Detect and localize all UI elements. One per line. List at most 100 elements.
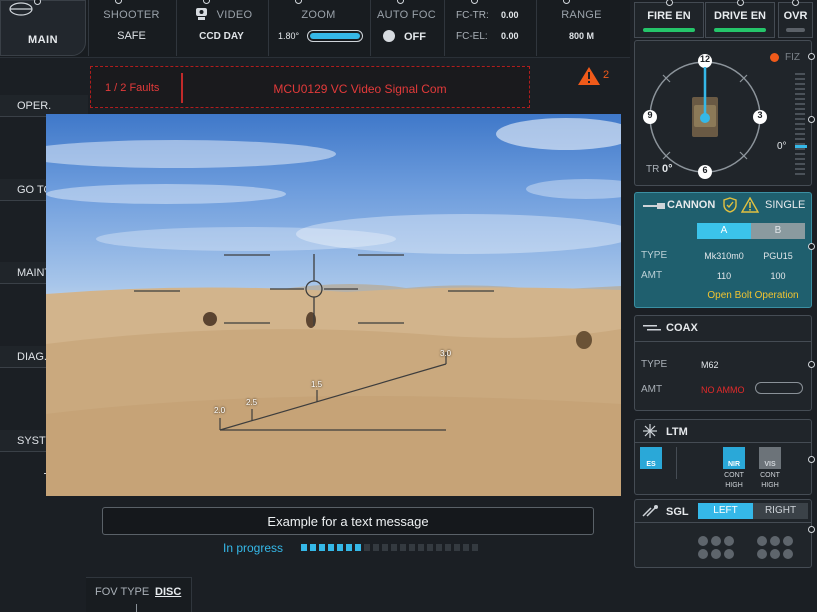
shield-icon (723, 197, 737, 213)
ltm-nir-sub1: CONT (724, 472, 744, 479)
progress-segment (472, 544, 478, 551)
cannon-amt-b: 100 (770, 271, 786, 281)
drive-en-status-bar (714, 28, 766, 32)
main-button[interactable]: MAIN (0, 0, 86, 56)
progress-segment (445, 544, 451, 551)
fc-el-label: FC-EL: (456, 31, 488, 42)
progress-segment (301, 544, 307, 551)
progress-segment (310, 544, 316, 551)
cannon-icon (643, 203, 665, 209)
coax-panel[interactable]: COAX TYPE M62 AMT NO AMMO (634, 315, 812, 411)
zoom-cell[interactable]: ZOOM 1.80° (268, 0, 368, 56)
sgl-left-tab[interactable]: LEFT (698, 503, 753, 519)
side-menu-label: DIAG. (17, 351, 47, 363)
zoom-value: 1.80° (278, 31, 300, 41)
grenade-slot (757, 536, 767, 546)
compass-panel: 12 6 9 3 TR 0° FIZ 0° (634, 40, 812, 186)
elevation-value: 0° (777, 141, 787, 152)
progress-label: In progress (223, 541, 284, 555)
range-tick-label: 2.5 (246, 398, 258, 407)
ltm-es-button[interactable]: ES (640, 447, 662, 469)
compass-south: 6 (702, 165, 708, 175)
coax-title: COAX (666, 322, 698, 334)
tab-b-label: B (774, 225, 782, 236)
message-text: Example for a text message (267, 514, 429, 529)
connector-dot (34, 0, 41, 5)
fire-en-button[interactable]: FIRE EN (634, 0, 704, 38)
video-cell[interactable]: VIDEO CCD DAY (176, 0, 266, 56)
cannon-mode[interactable]: SINGLE (765, 199, 805, 211)
ltm-nir-sub2: HIGH (725, 482, 743, 489)
progress-segment (337, 544, 343, 551)
tab-a-label: A (720, 225, 728, 236)
ltm-title: LTM (666, 426, 688, 438)
range-value: 800 M (568, 31, 594, 41)
progress-segment (373, 544, 379, 551)
tr-label: TR (646, 164, 660, 175)
grenade-slot (711, 536, 721, 546)
range-tick-label: 3.0 (440, 349, 452, 358)
progress-segment (355, 544, 361, 551)
main-label: MAIN (27, 34, 59, 46)
coax-gun-icon (643, 325, 661, 331)
fault-banner[interactable]: 1 / 2 Faults MCU0129 VC Video Signal Com (90, 66, 530, 108)
sgl-title: SGL (666, 506, 689, 518)
zoom-title: ZOOM (301, 9, 336, 21)
sgl-right-tab[interactable]: RIGHT (753, 503, 808, 519)
warning-count: 2 (603, 69, 610, 81)
video-title: VIDEO (216, 9, 253, 21)
range-title: RANGE (561, 9, 602, 21)
range-tick-label: 2.0 (214, 406, 226, 415)
fire-en-status-bar (643, 28, 695, 32)
fiz-label: FIZ (785, 52, 800, 63)
fault-divider (181, 73, 183, 103)
smoke-grenade-icon (642, 505, 658, 517)
shooter-title: SHOOTER (103, 9, 160, 21)
fov-label: FOV TYPE (95, 586, 150, 598)
cannon-type-label: TYPE (641, 250, 668, 261)
cannon-panel[interactable]: CANNON SINGLE A B TYPE Mk310m0 PGU15 AMT… (634, 192, 812, 308)
warning-icon (741, 197, 759, 213)
cannon-title: CANNON (667, 199, 716, 211)
ltm-vis-button[interactable]: VIS (759, 447, 781, 469)
range-cell[interactable]: RANGE 800 M (536, 0, 626, 56)
ltm-vis-sub2: HIGH (761, 482, 779, 489)
tab-b[interactable]: B (751, 223, 805, 239)
cannon-type-a: Mk310m0 (704, 251, 744, 261)
sgl-divider (635, 522, 811, 523)
fc-tr-label: FC-TR: (456, 10, 489, 21)
grenade-slot (724, 549, 734, 559)
tab-a[interactable]: A (697, 223, 751, 239)
coax-amt-label: AMT (641, 384, 663, 395)
zoom-slider[interactable] (307, 30, 363, 42)
progress-segment (364, 544, 370, 551)
sgl-panel[interactable]: SGL LEFT RIGHT (634, 499, 812, 568)
ltm-panel[interactable]: LTM ES NIR VIS CONT HIGH CONT HIGH (634, 419, 812, 495)
shooter-cell[interactable]: SHOOTER SAFE (88, 0, 174, 56)
fc-cell: FC-TR: 0.00 FC-EL: 0.00 (444, 0, 534, 56)
coax-divider (635, 341, 811, 342)
range-tick-label: 1.5 (311, 380, 323, 389)
cannon-type-b: PGU15 (763, 251, 793, 261)
autofoc-title: AUTO FOC (376, 9, 437, 21)
autofoc-cell[interactable]: AUTO FOC OFF (370, 0, 442, 56)
ltm-nir-button[interactable]: NIR (723, 447, 745, 469)
compass-connector (808, 53, 815, 60)
grenade-slot (757, 549, 767, 559)
fov-type-control[interactable]: FOV TYPE DISC (86, 577, 192, 612)
video-feed[interactable]: 2.0 2.5 1.5 3.0 (46, 114, 621, 496)
tr-value: 0° (662, 163, 673, 175)
progress-segment (319, 544, 325, 551)
drive-en-button[interactable]: DRIVE EN (705, 0, 775, 38)
coax-amt-value: NO AMMO (701, 385, 745, 395)
compass-north: 12 (699, 54, 710, 64)
sgl-right-label: RIGHT (764, 505, 797, 516)
fov-value[interactable]: DISC (155, 586, 181, 598)
progress-segment (391, 544, 397, 551)
grenade-slot (698, 536, 708, 546)
grenade-slot (711, 549, 721, 559)
warning-icon[interactable] (577, 66, 601, 86)
autofoc-toggle-indicator (383, 30, 395, 42)
ovr-button[interactable]: OVR (778, 0, 813, 38)
progress-segment (328, 544, 334, 551)
